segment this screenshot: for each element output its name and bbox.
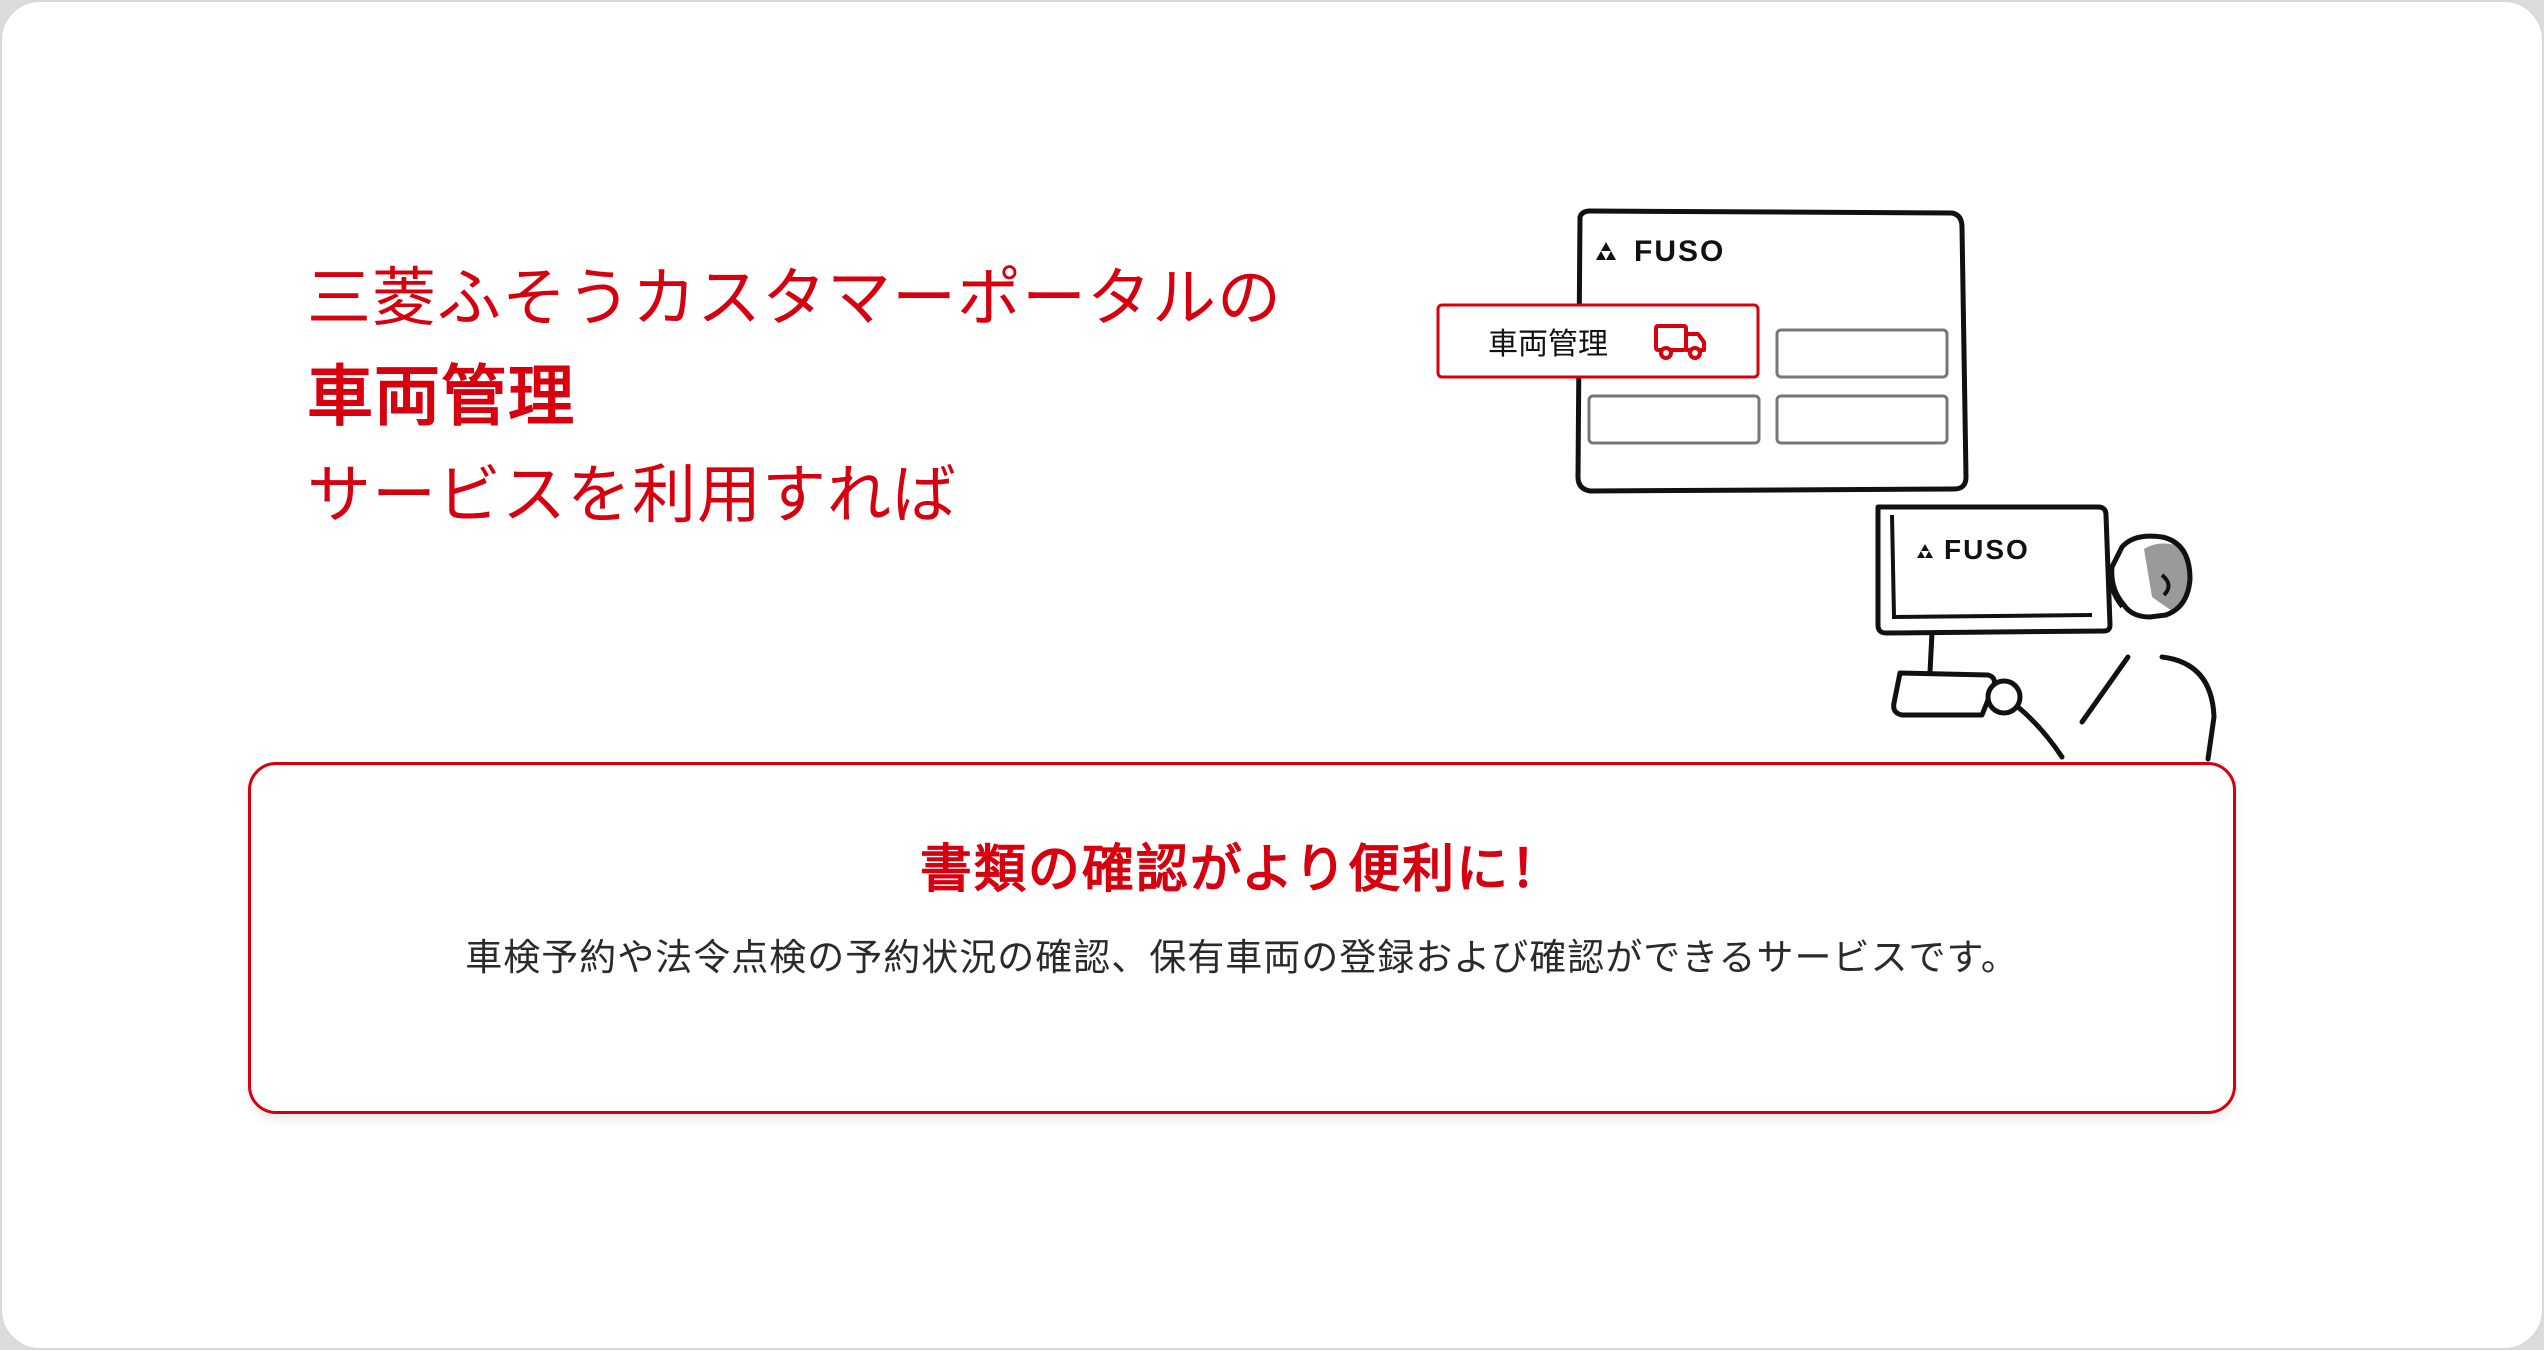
- vehicle-management-label: 車両管理: [1488, 328, 1608, 361]
- info-card: 書類の確認がより便利に！ 車検予約や法令点検の予約状況の確認、保有車両の登録およ…: [248, 762, 2236, 1114]
- headline: 三菱ふそうカスタマーポータルの 車両管理 サービスを利用すれば: [307, 250, 1282, 545]
- person-body: [2159, 654, 2217, 762]
- card-description: 車検予約や法令点検の予約状況の確認、保有車両の登録および確認ができるサービスです…: [465, 936, 2019, 979]
- headline-line-2-wrap: 車両管理: [307, 348, 1282, 447]
- monitor-logo-text: FUSO: [1944, 534, 2030, 565]
- headline-line-3: サービスを利用すれば: [307, 459, 957, 533]
- portal-illustration: FUSO 車両管理 FUSO: [1436, 208, 2217, 762]
- headline-emphasis: 車両管理: [307, 348, 581, 446]
- page-frame: 三菱ふそうカスタマーポータルの 車両管理 サービスを利用すれば FUSO 車両管…: [0, 0, 2544, 1350]
- card-title: 書類の確認がより便利に！: [919, 840, 1565, 900]
- headline-line-1: 三菱ふそうカスタマーポータルの: [307, 262, 1282, 336]
- fusologo-text: FUSO: [1634, 235, 1725, 268]
